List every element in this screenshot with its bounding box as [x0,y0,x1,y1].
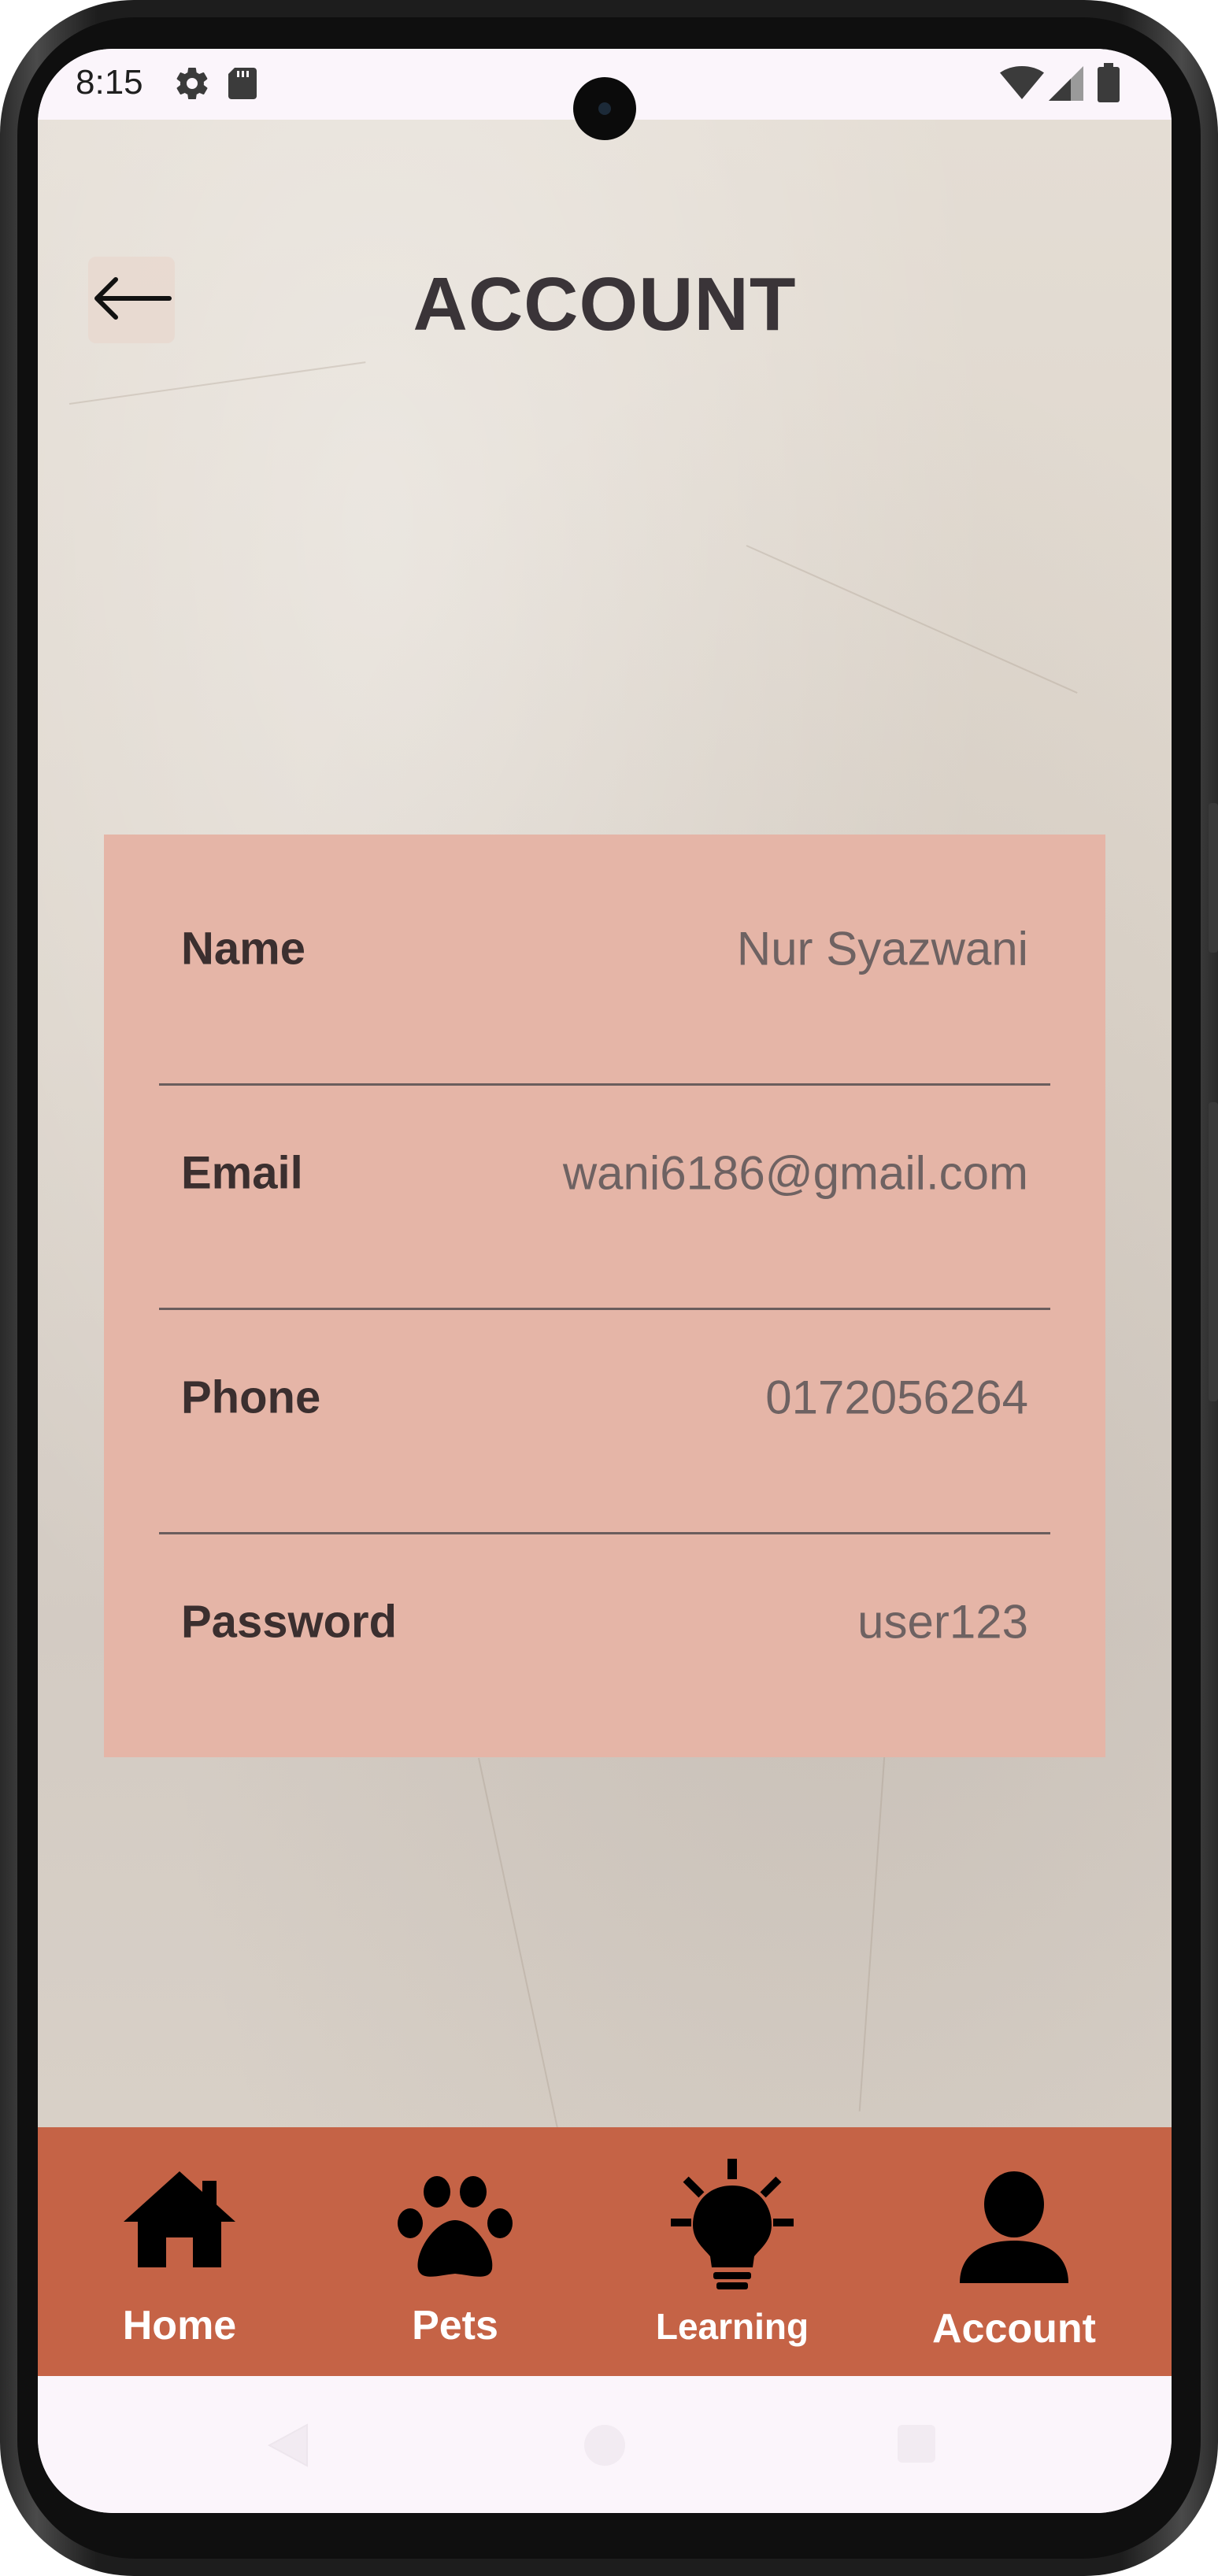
nav-item-account[interactable]: Account [888,2127,1140,2376]
nav-label-account: Account [932,2306,1096,2352]
back-triangle-icon[interactable] [266,2422,310,2473]
nav-label-learning: Learning [655,2306,809,2347]
name-label: Name [181,923,305,975]
name-row: Name Nur Syazwani [104,835,1105,1059]
email-label: Email [181,1147,303,1199]
nav-label-home: Home [122,2303,237,2348]
person-icon [955,2171,1073,2289]
bottom-navigation: Home Pets Learning Account [38,2127,1172,2376]
nav-item-home[interactable]: Home [69,2127,290,2376]
home-circle-icon[interactable] [581,2422,628,2473]
device-screen: 8:15 ACCOUNT Name Nur Syazwani Email wan… [38,49,1172,2513]
settings-gear-icon [173,65,211,106]
phone-frame: 8:15 ACCOUNT Name Nur Syazwani Email wan… [0,0,1218,2576]
phone-value: 0172056264 [765,1371,1028,1424]
battery-icon [1098,63,1120,106]
front-camera [573,77,636,140]
nav-item-pets[interactable]: Pets [345,2127,565,2376]
account-info-card: Name Nur Syazwani Email wani6186@gmail.c… [104,835,1105,1757]
cellular-signal-icon [1049,66,1083,105]
paw-icon [396,2174,514,2285]
nav-item-learning[interactable]: Learning [622,2127,842,2376]
volume-button [1209,803,1218,953]
phone-label: Phone [181,1371,321,1423]
account-page: ACCOUNT Name Nur Syazwani Email wani6186… [38,120,1172,2128]
system-navigation-bar [38,2376,1172,2513]
status-time: 8:15 [76,63,143,102]
marble-texture [858,1702,889,2112]
marble-texture [68,361,366,405]
phone-row: Phone 0172056264 [104,1283,1105,1508]
power-button [1209,1102,1218,1401]
name-value: Nur Syazwani [736,922,1028,975]
email-row: Email wani6186@gmail.com [104,1059,1105,1283]
password-row: Password user123 [104,1508,1105,1732]
nav-label-pets: Pets [412,2303,498,2348]
home-icon [120,2167,239,2273]
wifi-icon [1000,66,1044,105]
marble-texture [478,1757,558,2128]
password-value: user123 [857,1595,1028,1649]
marble-texture [746,545,1078,694]
recents-square-icon[interactable] [894,2422,938,2470]
email-value: wani6186@gmail.com [562,1146,1028,1200]
sd-card-icon [225,65,260,106]
password-label: Password [181,1596,397,1648]
page-title: ACCOUNT [413,262,797,346]
lightbulb-icon [661,2159,803,2297]
